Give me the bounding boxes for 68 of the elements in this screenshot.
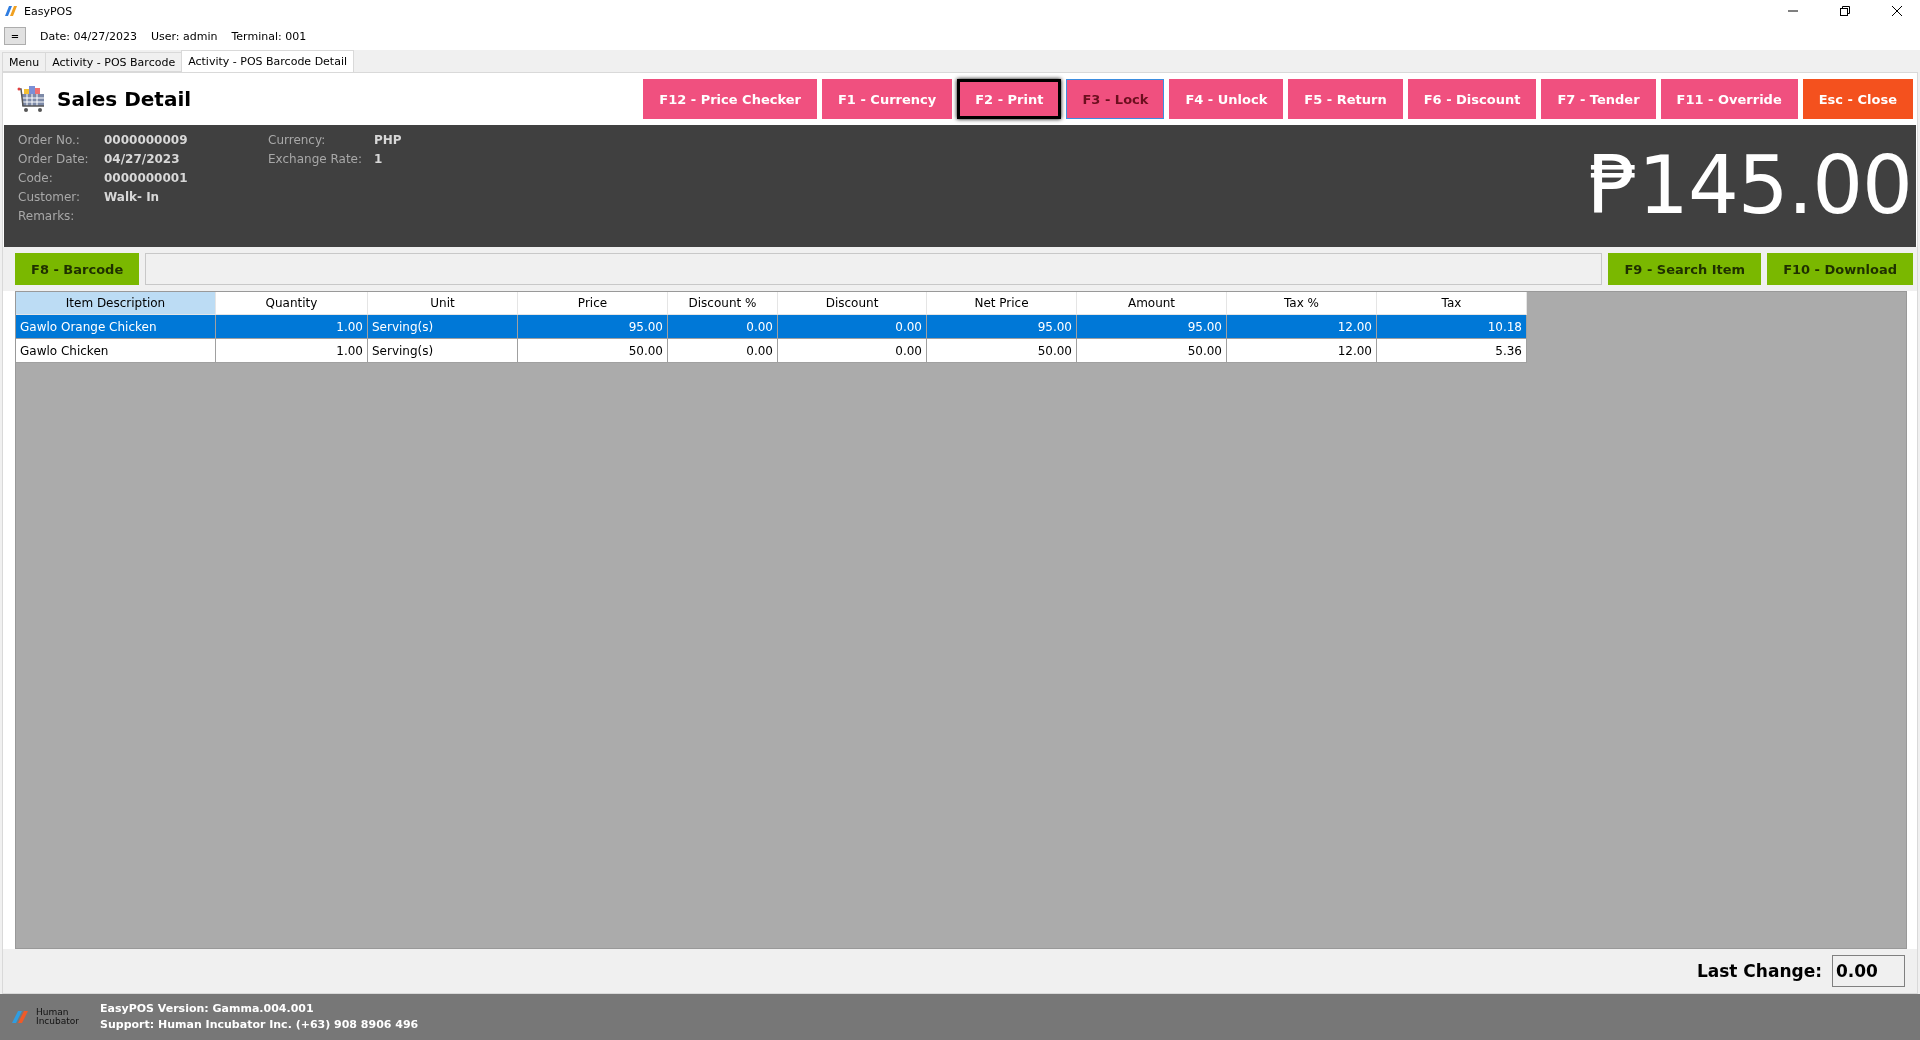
column-header[interactable]: Discount [778,292,927,315]
field-value: 0000000001 [104,170,189,187]
field-label: Remarks: [18,208,76,225]
column-header[interactable]: Discount % [668,292,778,315]
table-cell: 5.36 [1377,339,1527,363]
status-text: Support: Human Incubator Inc. (+63) 908 8906 496 [100,1017,419,1033]
column-header[interactable]: Amount [1077,292,1227,315]
field-value: PHP [374,132,403,149]
field-label: Order No.: [18,132,81,149]
table-cell: 95.00 [518,315,668,339]
window-title: EasyPOS [24,4,74,18]
column-header[interactable]: Net Price [927,292,1077,315]
column-header[interactable]: Item Description [16,292,216,315]
table-cell: 1.00 [216,315,368,339]
logo-text: Human Incubator [36,1008,80,1026]
field-label: Customer: [18,189,82,206]
table-cell: 95.00 [927,315,1077,339]
table-cell: Gawlo Chicken [16,339,216,363]
tab[interactable]: Activity - POS Barcode [45,52,183,72]
app-logo-icon [4,5,18,17]
action-button[interactable]: F9 - Search Item [1608,253,1762,285]
field-label: Code: [18,170,54,187]
column-header[interactable]: Tax [1377,292,1527,315]
table-cell: 10.18 [1377,315,1527,339]
barcode-button[interactable]: F8 - Barcode [15,253,140,285]
company-logo-icon [12,1010,28,1024]
column-header[interactable]: Unit [368,292,518,315]
field-value: 04/27/2023 [104,151,181,168]
table-cell: 95.00 [1077,315,1227,339]
status-text: EasyPOS Version: Gamma.004.001 [100,1001,315,1017]
field-value: 0000000009 [104,132,189,149]
tab[interactable]: Activity - POS Barcode Detail [181,50,355,72]
field-label: Exchange Rate: [268,151,363,168]
table-cell: 0.00 [668,315,778,339]
table-cell: 0.00 [668,339,778,363]
table-cell: 0.00 [778,339,927,363]
table-cell: Serving(s) [368,315,518,339]
table-cell: 12.00 [1227,339,1377,363]
last-change-field: 0.00 [1832,955,1905,987]
barcode-field[interactable] [145,253,1603,285]
column-header[interactable]: Tax % [1227,292,1377,315]
column-header[interactable]: Price [518,292,668,315]
table-cell: 12.00 [1227,315,1377,339]
table-cell: 0.00 [778,315,927,339]
table-cell: 1.00 [216,339,368,363]
column-header[interactable]: Quantity [216,292,368,315]
total-amount: ₱145.00 [1588,146,1912,226]
info-text: Terminal: 001 [231,29,307,43]
field-value: 1 [374,151,384,168]
restore-icon [1840,6,1850,16]
field-value: Walk- In [104,189,161,206]
table-cell: Serving(s) [368,339,518,363]
table-cell: 50.00 [927,339,1077,363]
tab[interactable]: Menu [2,52,47,72]
info-text: User: admin [150,29,218,43]
field-label: Order Date: [18,151,90,168]
close-icon [1892,6,1902,16]
table-cell: Gawlo Orange Chicken [16,315,216,339]
table-cell: 50.00 [518,339,668,363]
page-title: Sales Detail [57,87,193,111]
shopping-cart-icon [17,84,47,114]
toolbar-button[interactable]: F3 - Lock [1066,79,1165,119]
last-change-label: Last Change: [1696,961,1822,981]
action-button[interactable]: F10 - Download [1767,253,1913,285]
table-cell: 50.00 [1077,339,1227,363]
info-text: Date: 04/27/2023 [40,29,137,43]
field-label: Currency: [268,132,327,149]
menu-button[interactable]: = [4,27,26,45]
